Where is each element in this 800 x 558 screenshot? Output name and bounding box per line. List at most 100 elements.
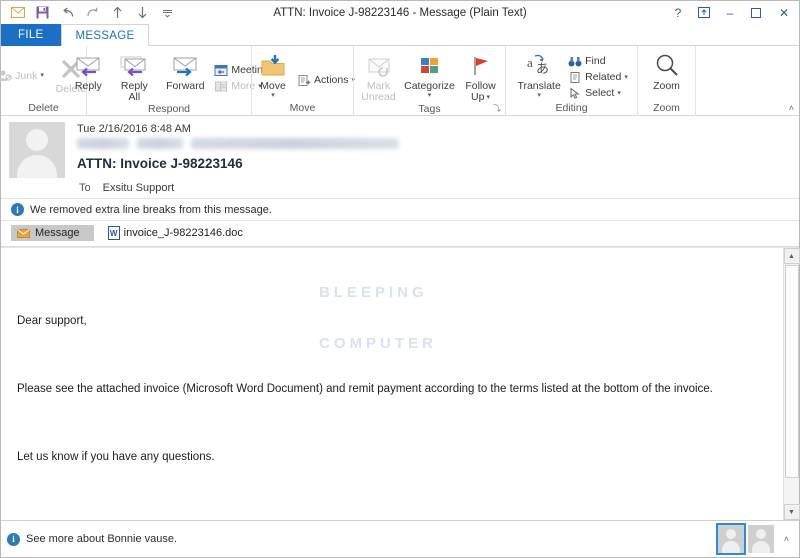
forward-button[interactable]: Forward <box>157 49 213 92</box>
categorize-caret-icon: ▾ <box>427 92 432 99</box>
categorize-button[interactable]: Categorize ▾ <box>402 49 458 99</box>
message-tab-label: Message <box>35 227 80 239</box>
redo-icon[interactable] <box>80 2 105 23</box>
reply-all-label2: All <box>128 91 141 103</box>
translate-button[interactable]: aあ Translate ▾ <box>511 49 567 99</box>
junk-button[interactable]: Junk ▾ <box>0 68 48 84</box>
actions-button[interactable]: Actions ▾ <box>296 72 359 88</box>
reply-all-icon <box>120 51 148 81</box>
to-value[interactable]: Exsitu Support <box>103 182 175 194</box>
close-button[interactable]: ✕ <box>769 1 799 24</box>
follow-up-caret-icon: ▾ <box>486 94 490 101</box>
reply-button[interactable]: Reply <box>65 49 111 92</box>
previous-item-icon[interactable] <box>105 2 130 23</box>
save-icon[interactable] <box>30 2 55 23</box>
scroll-down-arrow-icon[interactable]: ▼ <box>783 504 800 520</box>
tab-message[interactable]: MESSAGE <box>60 24 150 46</box>
reply-all-button[interactable]: Reply All <box>111 49 157 103</box>
ribbon-display-options-button[interactable] <box>691 1 717 24</box>
tab-file[interactable]: FILE <box>1 24 61 46</box>
message-body-text[interactable]: BLEEPING COMPUTER Dear support, Please s… <box>1 248 783 520</box>
actions-icon <box>296 73 311 88</box>
follow-up-button[interactable]: Follow Up ▾ <box>458 49 504 103</box>
mail-icon[interactable] <box>5 2 30 23</box>
avatar-body-shape <box>17 155 57 178</box>
ribbon-group-label-editing: Editing <box>555 102 588 114</box>
svg-text:a: a <box>527 55 533 70</box>
related-icon <box>567 70 582 85</box>
junk-label: Junk <box>15 69 38 82</box>
info-bar[interactable]: i We removed extra line breaks from this… <box>1 199 799 221</box>
footer-info-icon: i <box>7 532 20 546</box>
mark-unread-button[interactable]: Mark Unread <box>356 49 402 103</box>
attachment-item[interactable]: W invoice_J-98223146.doc <box>94 226 243 240</box>
watermark-line-2: COMPUTER <box>319 335 437 352</box>
undo-icon[interactable] <box>55 2 80 23</box>
tags-dialog-launcher-icon[interactable]: ⤵ <box>493 102 501 115</box>
people-pane-contacts: ˄ <box>715 523 793 555</box>
customize-qat-icon[interactable] <box>155 2 180 23</box>
message-subject: ATTN: Invoice J-98223146 <box>77 156 243 171</box>
contact-card-2[interactable] <box>747 525 774 553</box>
meeting-icon <box>213 63 228 78</box>
ribbon-group-label-tags: Tags ⤵ <box>354 103 505 116</box>
related-label: Related <box>585 71 622 83</box>
next-item-icon[interactable] <box>130 2 155 23</box>
translate-label: Translate <box>517 80 561 92</box>
message-envelope-icon <box>17 228 30 238</box>
contact-card-1[interactable] <box>715 523 746 555</box>
body-paragraph-2: Let us know if you have any questions. <box>17 451 215 463</box>
zoom-button[interactable]: Zoom <box>644 49 690 92</box>
ribbon-group-tags: Mark Unread Categorize ▾ Follow Up ▾ Tag… <box>353 46 505 116</box>
bleeping-computer-watermark: BLEEPING COMPUTER <box>319 250 437 386</box>
message-body-area: BLEEPING COMPUTER Dear support, Please s… <box>1 247 800 520</box>
move-folder-icon <box>259 51 287 81</box>
people-pane-text: See more about Bonnie vause. <box>26 533 178 545</box>
related-caret-icon: ▾ <box>624 73 628 81</box>
message-tab-button[interactable]: Message <box>11 225 94 241</box>
info-icon: i <box>11 203 24 216</box>
zoom-magnifier-icon <box>654 51 680 81</box>
recipient-row: To Exsitu Support <box>1 178 799 198</box>
svg-text:あ: あ <box>536 61 549 76</box>
select-button[interactable]: Select ▾ <box>567 85 632 101</box>
follow-up-label2: Up <box>471 91 485 103</box>
binoculars-icon <box>567 54 582 69</box>
contact-head-shape <box>725 529 736 539</box>
outlook-message-window: ATTN: Invoice J-98223146 - Message (Plai… <box>0 0 800 558</box>
categorize-label: Categorize <box>404 80 455 92</box>
translate-icon: aあ <box>526 51 552 81</box>
tab-bar-filler <box>149 25 799 46</box>
collapse-ribbon-button[interactable]: ˄ <box>789 103 794 113</box>
ribbon-group-label-move: Move <box>289 102 316 114</box>
reply-label: Reply <box>74 80 102 92</box>
people-pane-footer: i See more about Bonnie vause. ˄ <box>1 520 799 557</box>
ribbon-tab-bar: FILE MESSAGE <box>1 24 799 46</box>
message-date: Tue 2/16/2016 8:48 AM <box>77 123 191 135</box>
people-pane-info[interactable]: i See more about Bonnie vause. <box>7 532 178 546</box>
sender-avatar <box>9 122 65 178</box>
expand-people-pane-icon[interactable]: ˄ <box>778 534 793 544</box>
scroll-up-arrow-icon[interactable]: ▲ <box>783 248 800 264</box>
find-button[interactable]: Find <box>567 53 632 69</box>
sender-name-redacted <box>77 138 791 152</box>
move-caret-icon: ▾ <box>271 92 275 99</box>
ribbon-group-editing: aあ Translate ▾ Find Related ▾ Select ▾ E… <box>505 46 637 116</box>
ribbon-filler <box>695 46 799 116</box>
related-button[interactable]: Related ▾ <box>567 69 632 85</box>
maximize-button[interactable] <box>743 1 769 24</box>
quick-access-toolbar <box>1 2 180 23</box>
scrollbar-thumb[interactable] <box>784 265 799 478</box>
minimize-button[interactable]: – <box>717 1 743 24</box>
select-label: Select <box>585 87 615 99</box>
forward-label: Forward <box>166 80 205 92</box>
ribbon-group-respond: Reply Reply All Forward Meeting More ▾ R… <box>75 46 269 116</box>
translate-caret-icon: ▾ <box>537 92 541 99</box>
attachment-filename: invoice_J-98223146.doc <box>123 227 243 239</box>
more-icon <box>213 79 228 94</box>
to-label: To <box>79 182 91 194</box>
body-vertical-scrollbar[interactable]: ▲ ▼ <box>783 248 800 520</box>
help-button[interactable]: ? <box>665 1 691 24</box>
cursor-icon <box>567 86 582 101</box>
move-button[interactable]: Move ▾ <box>250 49 296 99</box>
